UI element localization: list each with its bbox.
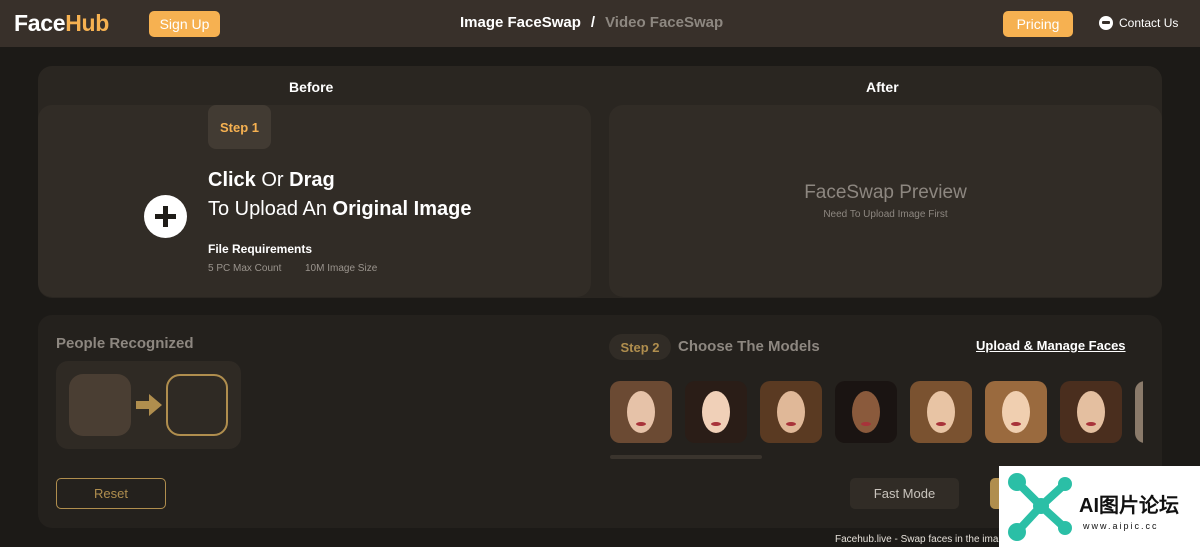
contact-us-label: Contact Us <box>1119 16 1179 30</box>
facehub-logo[interactable]: FaceHub <box>14 10 109 37</box>
max-count-requirement: 5 PC Max Count <box>208 263 282 274</box>
image-size-requirement: 10M Image Size <box>305 263 378 274</box>
chat-bubble-icon <box>1099 16 1113 30</box>
model-face-thumbnail[interactable] <box>685 381 747 443</box>
reset-button[interactable]: Reset <box>56 478 166 509</box>
drag-text: Drag <box>289 169 335 191</box>
aipic-logo-icon <box>1008 473 1072 541</box>
upload-instruction-line-1: Click Or Drag <box>208 169 335 192</box>
click-text: Click <box>208 169 256 191</box>
or-text: Or <box>255 169 290 191</box>
right-arrow-icon <box>136 394 162 416</box>
model-face-thumbnail[interactable] <box>1135 381 1143 443</box>
step-2-badge: Step 2 <box>609 334 671 360</box>
pricing-button[interactable]: Pricing <box>1003 11 1073 37</box>
model-face-thumbnail[interactable] <box>910 381 972 443</box>
nav-video-faceswap[interactable]: Video FaceSwap <box>605 14 723 31</box>
original-image-text: Original Image <box>332 198 472 220</box>
preview-title: FaceSwap Preview <box>804 182 967 203</box>
model-face-thumbnail[interactable] <box>835 381 897 443</box>
watermark-text: AI图片论坛 <box>1079 495 1179 517</box>
target-face-slot[interactable] <box>166 374 228 436</box>
preview-subtitle: Need To Upload Image First <box>823 209 948 220</box>
step-1-badge: Step 1 <box>208 105 271 149</box>
contact-us-link[interactable]: Contact Us <box>1099 16 1178 30</box>
model-lips <box>936 422 946 426</box>
model-face-thumbnail[interactable] <box>1060 381 1122 443</box>
model-face <box>1002 391 1030 433</box>
upload-instruction-line-2: To Upload An Original Image <box>208 198 471 221</box>
fast-mode-button[interactable]: Fast Mode <box>850 478 959 509</box>
source-face-placeholder <box>69 374 131 436</box>
people-recognized-title: People Recognized <box>56 335 194 352</box>
file-requirements-title: File Requirements <box>208 242 313 256</box>
model-face <box>927 391 955 433</box>
model-face <box>777 391 805 433</box>
model-face-carousel[interactable] <box>610 381 1143 443</box>
model-lips <box>1086 422 1096 426</box>
model-lips <box>711 422 721 426</box>
nav-separator: / <box>590 14 596 31</box>
sign-up-button[interactable]: Sign Up <box>149 11 220 37</box>
carousel-scrollbar[interactable] <box>610 455 762 459</box>
to-upload-text: To Upload An <box>208 198 333 220</box>
before-title: Before <box>289 79 334 95</box>
model-face <box>852 391 880 433</box>
after-title: After <box>866 79 899 95</box>
model-lips <box>1011 422 1021 426</box>
image-alt-caption: Facehub.live - Swap faces in the ima <box>835 534 999 545</box>
logo-hub-text: Hub <box>65 10 110 36</box>
model-lips <box>861 422 871 426</box>
watermark-url: www.aipic.cc <box>1083 521 1159 531</box>
logo-face-text: Face <box>14 10 66 36</box>
model-face-thumbnail[interactable] <box>985 381 1047 443</box>
model-face <box>1077 391 1105 433</box>
model-face <box>702 391 730 433</box>
add-plus-icon[interactable] <box>144 195 187 238</box>
model-face-thumbnail[interactable] <box>760 381 822 443</box>
choose-models-title: Choose The Models <box>678 338 820 355</box>
upload-manage-faces-link[interactable]: Upload & Manage Faces <box>976 338 1126 353</box>
model-lips <box>786 422 796 426</box>
model-face <box>627 391 655 433</box>
model-hair <box>1135 381 1143 443</box>
swap-mode-nav: Image FaceSwap / Video FaceSwap <box>460 14 723 31</box>
aipic-watermark: AI图片论坛 www.aipic.cc <box>999 466 1200 547</box>
model-face-thumbnail[interactable] <box>610 381 672 443</box>
model-lips <box>636 422 646 426</box>
nav-image-faceswap[interactable]: Image FaceSwap <box>460 14 581 31</box>
